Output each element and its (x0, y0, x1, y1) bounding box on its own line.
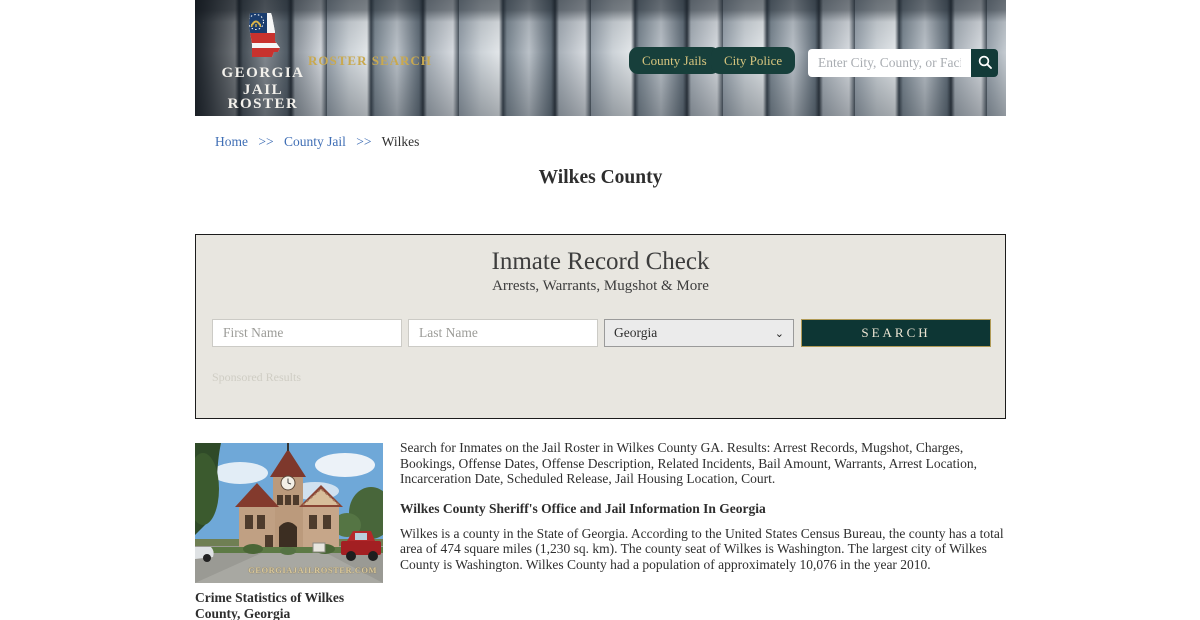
logo-line2: JAIL ROSTER (227, 82, 299, 112)
breadcrumb: Home >> County Jail >> Wilkes (195, 116, 1006, 150)
logo-line1: GEORGIA (221, 65, 305, 81)
crime-stats-caption: Crime Statistics of Wilkes County, Georg… (195, 590, 345, 620)
nav-county-jails-button[interactable]: County Jails (629, 47, 720, 74)
georgia-flag-icon (245, 12, 281, 63)
search-icon (977, 54, 993, 73)
sponsored-results-label: Sponsored Results (212, 370, 302, 384)
state-select-value: Georgia (614, 325, 658, 340)
state-select[interactable]: Georgia ⌄ (604, 319, 794, 347)
facility-search (808, 49, 998, 77)
courthouse-photo: GEORGIAJAILROSTER.COM (195, 443, 383, 583)
record-check-title: Inmate Record Check (491, 248, 710, 275)
county-description: Wilkes is a county in the State of Georg… (400, 525, 1004, 572)
chevron-down-icon: ⌄ (774, 327, 784, 340)
record-check-form: Georgia ⌄ SEARCH (212, 319, 991, 347)
inmate-record-check-panel: Inmate Record Check Arrests, Warrants, M… (195, 234, 1006, 419)
first-name-input[interactable] (212, 319, 402, 347)
last-name-input[interactable] (408, 319, 598, 347)
site-header: GEORGIA JAIL ROSTER ROSTER SEARCH County… (195, 0, 1006, 116)
site-logo[interactable]: GEORGIA JAIL ROSTER (213, 12, 313, 112)
facility-search-button[interactable] (971, 49, 998, 77)
main-content: GEORGIAJAILROSTER.COM Crime Statistics o… (195, 440, 1006, 620)
breadcrumb-separator: >> (356, 134, 372, 149)
roster-search-label: ROSTER SEARCH (308, 53, 432, 68)
breadcrumb-county-jail-link[interactable]: County Jail (284, 134, 346, 149)
breadcrumb-current: Wilkes (381, 134, 420, 149)
photo-watermark: GEORGIAJAILROSTER.COM (248, 565, 377, 575)
section-heading: Wilkes County Sheriff's Office and Jail … (400, 500, 766, 516)
nav-city-police-button[interactable]: City Police (711, 47, 796, 74)
page: GEORGIA JAIL ROSTER ROSTER SEARCH County… (0, 0, 1200, 620)
page-title: Wilkes County (538, 167, 663, 188)
search-button[interactable]: SEARCH (801, 319, 991, 347)
breadcrumb-home-link[interactable]: Home (215, 134, 248, 149)
record-check-subtitle: Arrests, Warrants, Mugshot & More (492, 278, 709, 294)
facility-search-input[interactable] (808, 49, 971, 77)
breadcrumb-separator: >> (258, 134, 274, 149)
intro-paragraph: Search for Inmates on the Jail Roster in… (400, 440, 978, 486)
